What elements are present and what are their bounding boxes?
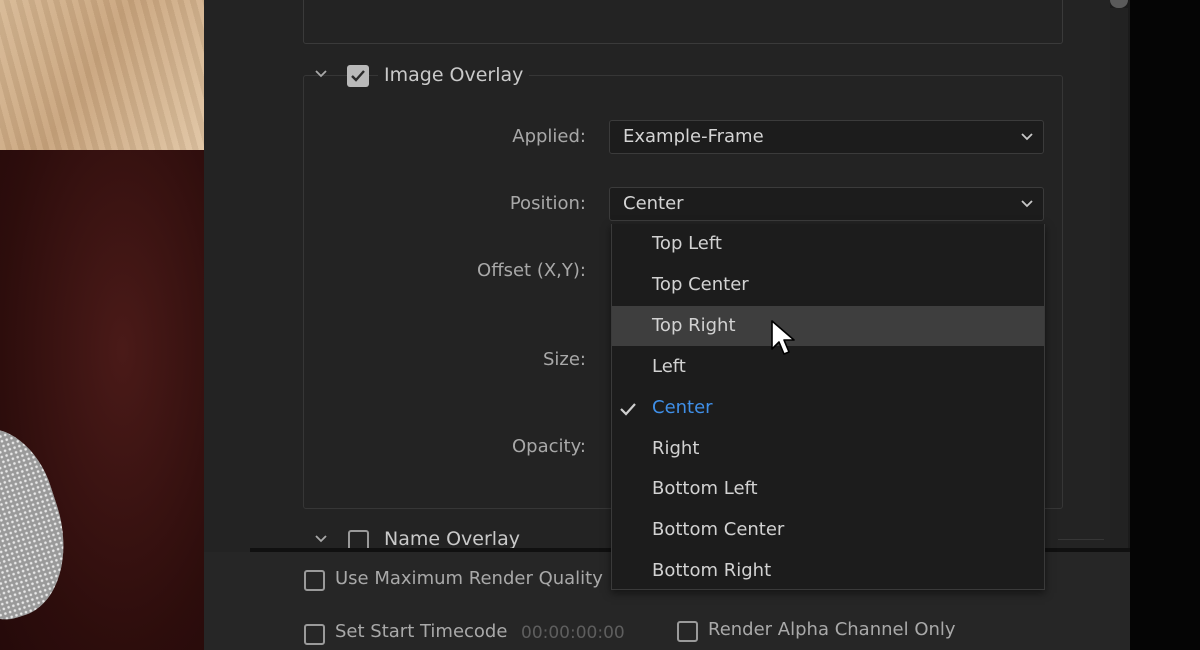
menu-item-label: Top Right <box>652 315 736 336</box>
start-timecode-value[interactable]: 00:00:00:00 <box>521 623 625 643</box>
menu-item-top-left[interactable]: Top Left <box>612 224 1044 264</box>
previous-section-box <box>303 0 1063 44</box>
preview-wall <box>0 0 204 150</box>
position-dropdown-menu: Top Left Top Center Top Right Left Cente… <box>611 224 1045 590</box>
name-overlay-border <box>1058 539 1104 540</box>
menu-item-bottom-right[interactable]: Bottom Right <box>612 551 1044 591</box>
menu-item-bottom-left[interactable]: Bottom Left <box>612 469 1044 509</box>
chevron-down-icon <box>315 535 327 543</box>
applied-select[interactable]: Example-Frame <box>609 120 1044 154</box>
offset-label: Offset (X,Y): <box>477 260 586 281</box>
image-overlay-checkbox[interactable] <box>347 65 369 87</box>
preview-image <box>0 0 204 650</box>
chevron-down-icon <box>315 70 327 78</box>
scrollbar-thumb[interactable] <box>1110 0 1128 8</box>
menu-item-label: Left <box>652 356 686 377</box>
chevron-down-icon <box>1021 200 1033 208</box>
position-label: Position: <box>509 193 586 214</box>
menu-item-left[interactable]: Left <box>612 347 1044 387</box>
start-timecode-checkbox[interactable] <box>304 624 325 645</box>
menu-item-label: Bottom Right <box>652 560 772 581</box>
mouse-cursor-icon <box>771 320 795 355</box>
bottom-gutter <box>204 552 250 650</box>
chevron-down-icon <box>1021 133 1033 141</box>
image-overlay-collapse-icon[interactable] <box>313 67 329 81</box>
menu-item-center[interactable]: Center <box>612 388 1044 428</box>
name-overlay-collapse-icon[interactable] <box>313 532 329 546</box>
image-overlay-title: Image Overlay <box>378 64 530 86</box>
scrollbar-track[interactable] <box>1110 8 1128 548</box>
start-timecode-label: Set Start Timecode <box>335 621 508 642</box>
alpha-only-label: Render Alpha Channel Only <box>708 619 956 640</box>
menu-item-label: Top Center <box>652 274 749 295</box>
position-select[interactable]: Center <box>609 187 1044 221</box>
checkmark-icon <box>351 70 365 82</box>
checkmark-icon <box>620 403 636 416</box>
opacity-label: Opacity: <box>512 436 586 457</box>
max-render-quality-checkbox[interactable] <box>304 570 325 591</box>
applied-label: Applied: <box>512 126 586 147</box>
menu-item-right[interactable]: Right <box>612 429 1044 469</box>
name-overlay-title: Name Overlay <box>378 528 526 548</box>
name-overlay-checkbox[interactable] <box>348 530 369 548</box>
applied-value: Example-Frame <box>623 126 764 147</box>
max-render-quality-label: Use Maximum Render Quality <box>335 568 603 589</box>
alpha-only-checkbox[interactable] <box>677 621 698 642</box>
menu-item-top-center[interactable]: Top Center <box>612 265 1044 305</box>
position-value: Center <box>623 193 684 214</box>
menu-item-top-right[interactable]: Top Right <box>612 306 1044 346</box>
menu-item-label: Right <box>652 438 700 459</box>
menu-item-label: Top Left <box>652 233 722 254</box>
menu-item-label: Center <box>652 397 713 418</box>
menu-item-label: Bottom Center <box>652 519 785 540</box>
menu-item-label: Bottom Left <box>652 478 758 499</box>
size-label: Size: <box>542 349 586 370</box>
right-edge <box>1130 0 1200 650</box>
menu-item-bottom-center[interactable]: Bottom Center <box>612 510 1044 550</box>
